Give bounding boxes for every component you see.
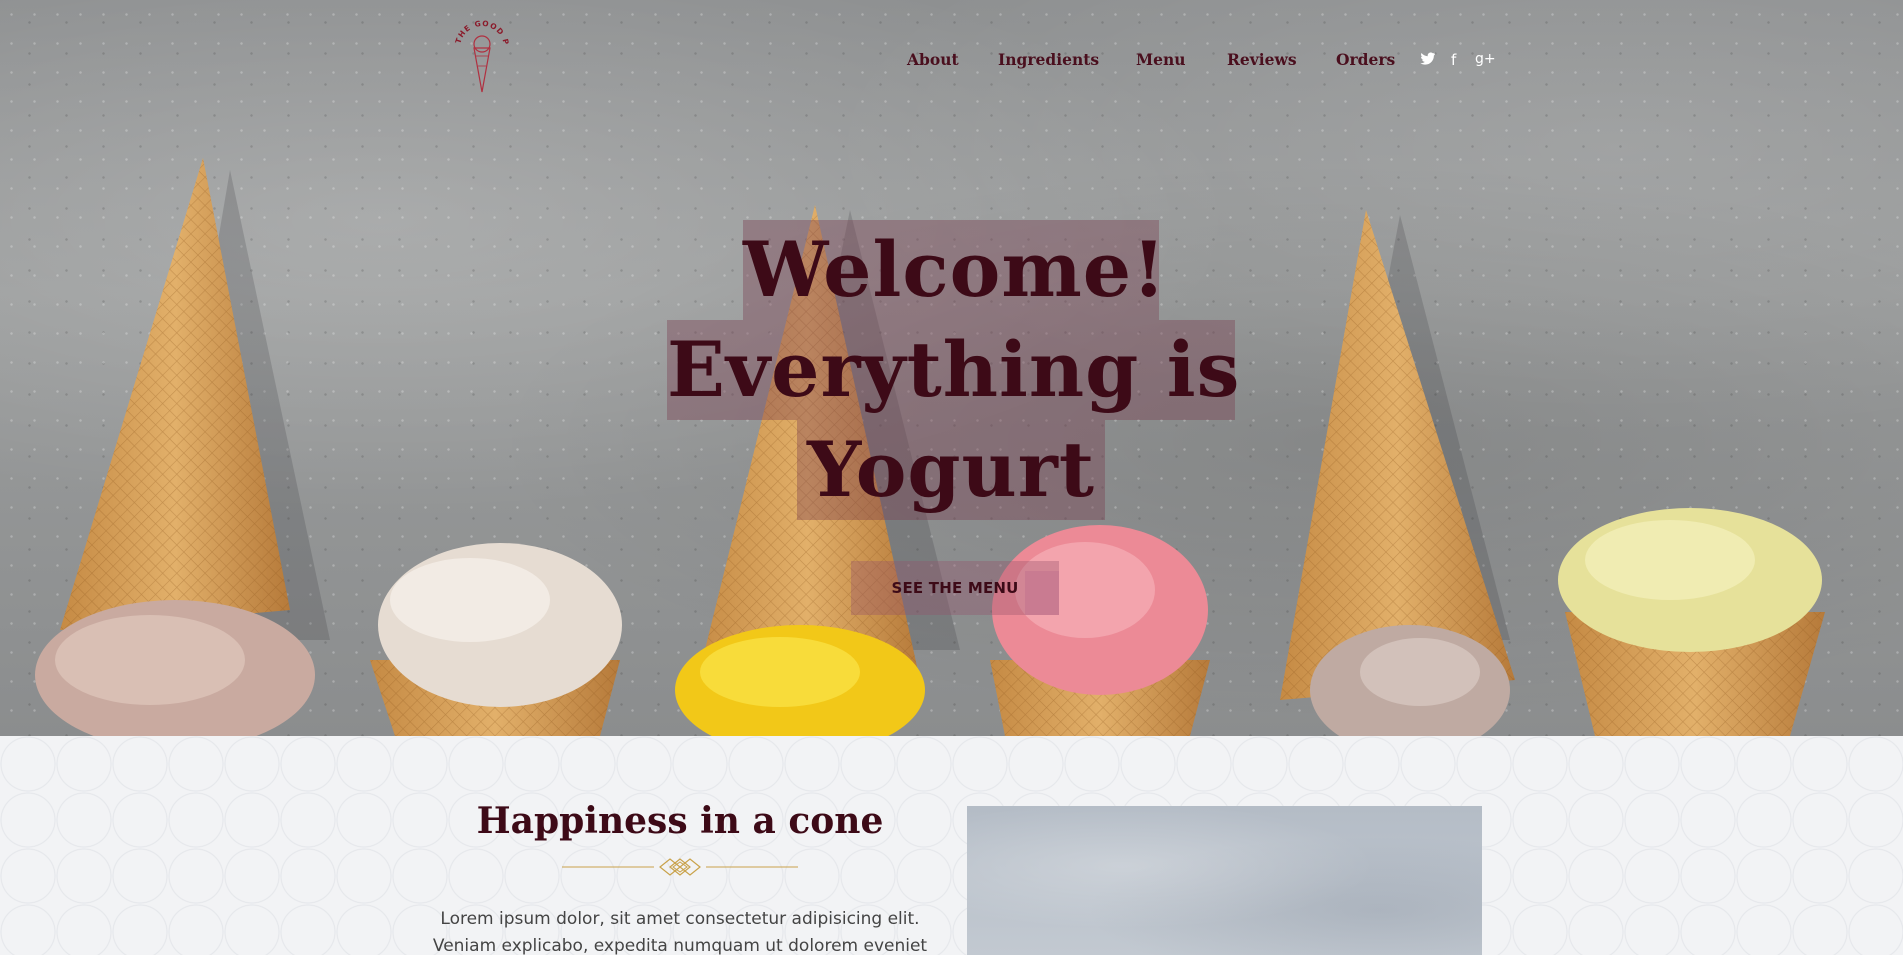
logo-text: THE GOOD PLACE — [452, 14, 510, 46]
cone-4 — [990, 525, 1210, 736]
section-photo — [967, 806, 1482, 955]
facebook-icon[interactable]: f — [1451, 51, 1456, 69]
ornament-divider — [562, 858, 798, 876]
headline-line-3: Yogurt — [797, 420, 1105, 520]
the-good-place-logo[interactable]: THE GOOD PLACE — [452, 14, 512, 98]
section-title: Happiness in a cone — [476, 800, 884, 842]
nav-about[interactable]: About — [907, 50, 959, 69]
see-the-menu-label: SEE THE MENU — [891, 579, 1019, 597]
nav-menu[interactable]: Menu — [1136, 50, 1186, 69]
nav-reviews[interactable]: Reviews — [1227, 50, 1297, 69]
cone-2 — [370, 543, 622, 736]
see-the-menu-button[interactable]: SEE THE MENU — [851, 561, 1059, 615]
svg-text:THE GOOD PLACE: THE GOOD PLACE — [452, 14, 511, 46]
twitter-icon[interactable] — [1420, 52, 1436, 70]
cone-6 — [1558, 508, 1825, 736]
headline-line-2: Everything is — [667, 320, 1239, 420]
google-plus-icon[interactable]: g+ — [1475, 51, 1496, 67]
intro-section — [0, 736, 1903, 955]
nav-orders[interactable]: Orders — [1336, 50, 1395, 69]
section-paragraph: Lorem ipsum dolor, sit amet consectetur … — [432, 909, 928, 955]
button-accent — [1025, 571, 1059, 615]
nav-ingredients[interactable]: Ingredients — [998, 50, 1099, 69]
headline-line-1: Welcome! — [743, 220, 1165, 320]
